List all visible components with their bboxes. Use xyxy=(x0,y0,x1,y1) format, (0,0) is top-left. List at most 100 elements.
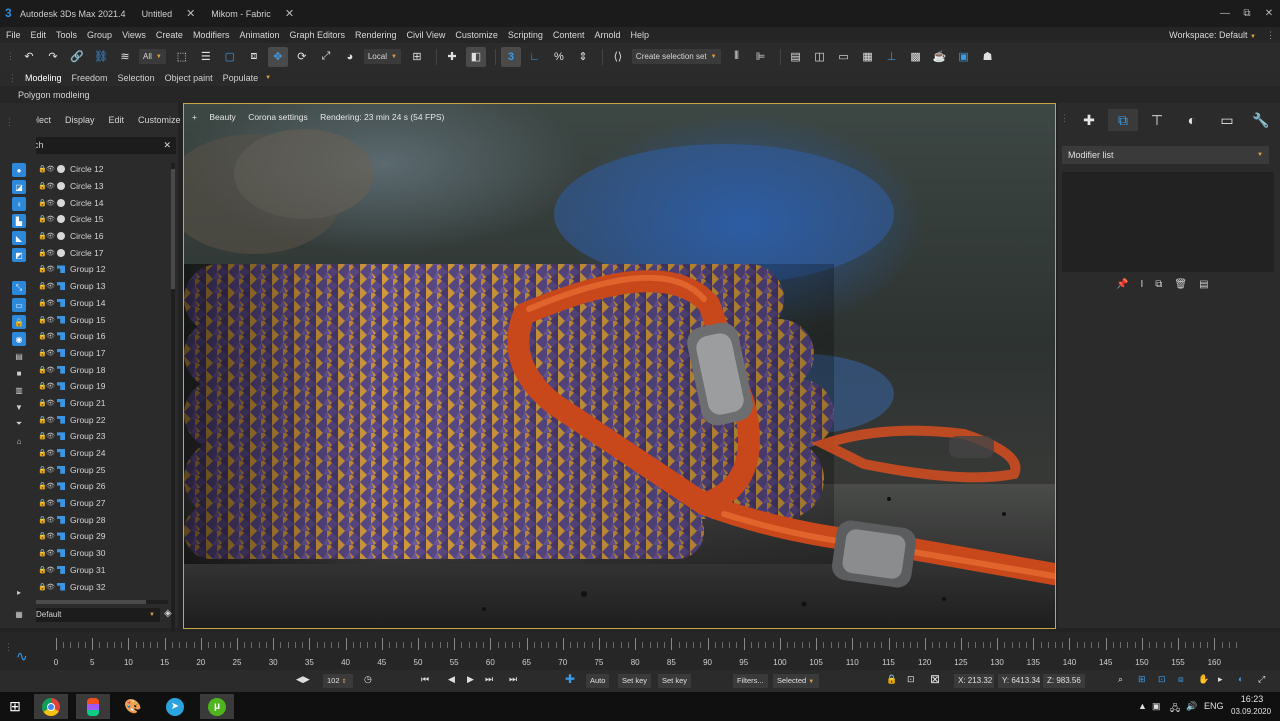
unlink-icon[interactable]: ⛓ xyxy=(91,47,111,67)
display-xrefs-icon[interactable]: 🔒 xyxy=(12,315,26,329)
viewport-plus-icon[interactable]: + xyxy=(192,112,197,122)
scene-list-item[interactable]: ▸🔒👁Group 32 xyxy=(32,578,172,595)
go-to-end-icon[interactable]: ⏭ xyxy=(509,674,517,685)
close-tab-icon[interactable]: ✕ xyxy=(285,7,294,20)
coord-y-field[interactable]: Y: 6413.34 xyxy=(998,674,1040,688)
visibility-eye-icon[interactable]: 👁 xyxy=(46,299,55,307)
freeze-lock-icon[interactable]: 🔒 xyxy=(38,316,47,324)
coord-x-field[interactable]: X: 213.32 xyxy=(954,674,994,688)
scene-list-item[interactable]: ▸🔒👁Circle 13 xyxy=(32,178,172,195)
freeze-lock-icon[interactable]: 🔒 xyxy=(38,332,47,340)
tray-overflow-icon[interactable]: ▲ xyxy=(1138,701,1147,711)
visibility-eye-icon[interactable]: 👁 xyxy=(46,549,55,557)
scene-list-item[interactable]: ▸🔒👁Group 13 xyxy=(32,278,172,295)
visibility-eye-icon[interactable]: 👁 xyxy=(46,282,55,290)
time-slider-track[interactable]: 0 5 10 15 20 25 30 35 40 45 50 55 60 65 70 75 80 85 90 95 10… xyxy=(46,638,1274,668)
create-panel-icon[interactable]: ✚ xyxy=(1074,109,1104,131)
toggle-ribbon-icon[interactable]: ▭ xyxy=(834,47,854,67)
display-bones-icon[interactable]: ⤡ xyxy=(12,281,26,295)
freeze-lock-icon[interactable]: 🔒 xyxy=(38,182,47,190)
ribbon-tab-selection[interactable]: Selection xyxy=(113,70,160,86)
absolute-transform-icon[interactable]: ⊠ xyxy=(930,672,940,686)
hierarchy-panel-icon[interactable]: ⊤ xyxy=(1142,109,1172,131)
render-setup-icon[interactable]: ☕ xyxy=(930,47,950,67)
ribbon-tab-freedom[interactable]: Freedom xyxy=(67,70,113,86)
visibility-eye-icon[interactable]: 👁 xyxy=(46,416,55,424)
visibility-eye-icon[interactable]: 👁 xyxy=(46,449,55,457)
align-icon[interactable]: ⊫ xyxy=(751,47,771,67)
scene-list-item[interactable]: ▸🔒👁Group 29 xyxy=(32,528,172,545)
mirror-icon[interactable]: ⫴ xyxy=(727,47,747,67)
scene-list-item[interactable]: ▸🔒👁Group 28 xyxy=(32,511,172,528)
freeze-lock-icon[interactable]: 🔒 xyxy=(38,516,47,524)
menu-group[interactable]: Group xyxy=(82,27,117,43)
modifier-list-dropdown[interactable]: Modifier list ▼ xyxy=(1062,146,1269,164)
scene-list-item[interactable]: ▸🔒👁Circle 15 xyxy=(32,211,172,228)
layer-dropdown[interactable]: Default ▼ xyxy=(32,608,160,622)
scene-list-item[interactable]: ▸🔒👁Group 17 xyxy=(32,345,172,362)
visibility-eye-icon[interactable]: 👁 xyxy=(46,566,55,574)
chevron-down-icon[interactable]: ▼ xyxy=(265,75,271,81)
scene-list-item[interactable]: ▸🔒👁Circle 16 xyxy=(32,228,172,245)
freeze-lock-icon[interactable]: 🔒 xyxy=(38,366,47,374)
menu-help[interactable]: Help xyxy=(625,27,654,43)
go-to-start-icon[interactable]: ⏮ xyxy=(421,674,429,685)
zoom-icon[interactable]: ⌕ xyxy=(1118,674,1123,685)
menu-file[interactable]: File xyxy=(1,27,26,43)
zoom-extents-icon[interactable]: ⊡ xyxy=(1158,674,1166,685)
viewport-render[interactable]: + Beauty Corona settings Rendering: 23 m… xyxy=(183,103,1056,629)
freeze-lock-icon[interactable]: 🔒 xyxy=(38,499,47,507)
ribbon-tab-populate[interactable]: Populate xyxy=(218,70,264,86)
set-key-button[interactable]: Set key xyxy=(618,674,652,688)
key-selection-dropdown[interactable]: Selected ▼ xyxy=(773,674,819,688)
time-slider-prev-next-icon[interactable]: ◀▶ xyxy=(296,674,310,685)
freeze-lock-icon[interactable]: 🔒 xyxy=(38,449,47,457)
figma-taskbar-icon[interactable] xyxy=(76,694,110,719)
menu-edit[interactable]: Edit xyxy=(26,27,52,43)
visibility-eye-icon[interactable]: 👁 xyxy=(46,532,55,540)
reference-coord-dropdown[interactable]: Local ▼ xyxy=(363,49,401,64)
layer-explorer-icon[interactable]: ◫ xyxy=(810,47,830,67)
menu-content[interactable]: Content xyxy=(548,27,590,43)
isolate-selection-icon[interactable]: ⊡ xyxy=(907,674,915,685)
visibility-eye-icon[interactable]: 👁 xyxy=(46,332,55,340)
scene-list-item[interactable]: ▸🔒👁Group 24 xyxy=(32,445,172,462)
restore-button[interactable]: ⧉ xyxy=(1236,8,1258,19)
display-frozen-icon[interactable]: ▤ xyxy=(12,349,26,363)
orbit-icon[interactable]: ▸ xyxy=(1218,674,1223,685)
named-selection-dropdown[interactable]: Create selection set ▼ xyxy=(631,49,721,64)
curve-editor-icon[interactable]: ▦ xyxy=(858,47,878,67)
freeze-lock-icon[interactable]: 🔒 xyxy=(38,566,47,574)
percent-snap-icon[interactable]: % xyxy=(549,47,569,67)
clear-search-icon[interactable]: ✕ xyxy=(163,137,171,154)
freeze-lock-icon[interactable]: 🔒 xyxy=(38,165,47,173)
redo-icon[interactable]: ↷ xyxy=(43,47,63,67)
coord-z-field[interactable]: Z: 983.56 xyxy=(1043,674,1085,688)
display-containers-icon[interactable]: ▭ xyxy=(12,298,26,312)
explorer-tab-customize[interactable]: Customize xyxy=(131,113,188,127)
scene-explorer-icon[interactable]: ▤ xyxy=(786,47,806,67)
current-frame-input[interactable]: 102 ⇕ xyxy=(323,674,353,688)
visibility-eye-icon[interactable]: 👁 xyxy=(46,165,55,173)
key-mode-icon[interactable]: ✚ xyxy=(565,672,575,686)
previous-frame-icon[interactable]: ◀ xyxy=(448,674,455,685)
ribbon-tab-object-paint[interactable]: Object paint xyxy=(160,70,218,86)
utorrent-taskbar-icon[interactable]: μ xyxy=(200,694,234,719)
clock-time[interactable]: 16:23 xyxy=(1240,694,1264,704)
material-editor-icon[interactable]: ▩ xyxy=(906,47,926,67)
visibility-eye-icon[interactable]: 👁 xyxy=(46,499,55,507)
select-object-icon[interactable]: ⬚ xyxy=(172,47,192,67)
motion-panel-icon[interactable]: ◐ xyxy=(1177,109,1207,131)
timeline[interactable]: ⋮ ∿ 0 5 10 15 20 25 30 35 40 45 50 55 60 65 70 75 80 85 90… xyxy=(0,632,1280,670)
scene-list-item[interactable]: ▸🔒👁Group 18 xyxy=(32,361,172,378)
close-tab-icon[interactable]: ✕ xyxy=(186,7,195,20)
visibility-eye-icon[interactable]: 👁 xyxy=(46,466,55,474)
filter-selected-icon[interactable]: ⏷ xyxy=(12,417,26,431)
telegram-taskbar-icon[interactable]: ➤ xyxy=(158,694,192,719)
freeze-lock-icon[interactable]: 🔒 xyxy=(38,482,47,490)
explorer-tab-display[interactable]: Display xyxy=(58,113,102,127)
menu-create[interactable]: Create xyxy=(151,27,188,43)
scene-list-item[interactable]: ▸🔒👁Group 14 xyxy=(32,295,172,312)
snaps-toggle-icon[interactable]: 3 xyxy=(500,46,521,67)
menu-scripting[interactable]: Scripting xyxy=(503,27,548,43)
